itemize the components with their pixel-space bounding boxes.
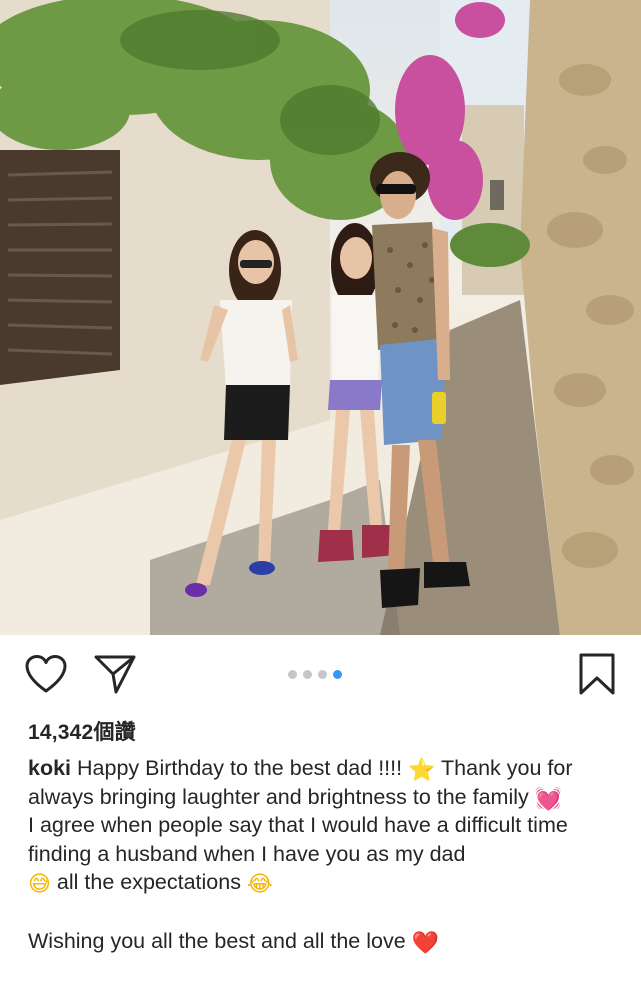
post-action-bar — [0, 635, 641, 715]
caption-text: Happy Birthday to the best dad !!!! — [71, 756, 409, 780]
caption-text: all the expectations — [50, 870, 247, 894]
likes-number: 14,342 — [28, 721, 94, 744]
like-button[interactable] — [22, 653, 70, 697]
tears-of-joy-emoji-icon: 😂 — [246, 872, 273, 897]
caption-username[interactable]: koki — [28, 756, 71, 780]
post-photo-illustration — [0, 0, 641, 635]
bookmark-outline-icon — [577, 652, 617, 699]
caption-paragraph-2: I agree when people say that I would hav… — [28, 811, 618, 897]
caption-text: I agree when people say that I would hav… — [28, 813, 568, 866]
likes-suffix: 個讚 — [93, 721, 136, 744]
sweat-smile-emoji-icon: 😅 — [28, 872, 51, 897]
carousel-dot — [303, 670, 312, 679]
share-button[interactable] — [90, 653, 140, 697]
beating-heart-emoji-icon: 💓 — [534, 786, 563, 812]
post-photo[interactable] — [0, 0, 641, 635]
caption-paragraph-3: Wishing you all the best and all the lov… — [28, 927, 618, 956]
carousel-dot-active — [333, 670, 342, 679]
carousel-dot — [288, 670, 297, 679]
save-button[interactable] — [572, 651, 622, 699]
carousel-dot — [318, 670, 327, 679]
paper-plane-icon — [93, 653, 137, 698]
red-heart-emoji-icon: ❤️ — [411, 930, 440, 956]
post-caption: koki Happy Birthday to the best dad !!!!… — [28, 754, 618, 955]
heart-outline-icon — [24, 654, 68, 697]
instagram-post: 14,342個讚 koki Happy Birthday to the best… — [0, 0, 641, 991]
caption-paragraph-1: koki Happy Birthday to the best dad !!!!… — [28, 754, 618, 811]
carousel-indicator — [288, 670, 342, 679]
star-emoji-icon: ⭐ — [408, 758, 436, 783]
caption-text: Wishing you all the best and all the lov… — [28, 928, 412, 953]
likes-count[interactable]: 14,342個讚 — [28, 716, 136, 746]
